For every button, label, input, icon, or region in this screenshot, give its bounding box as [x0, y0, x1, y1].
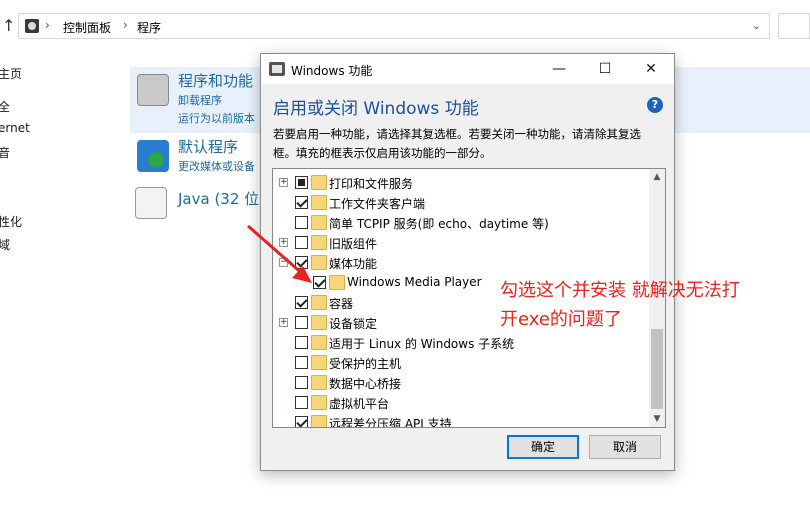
annotation-line-1: 勾选这个并安装 就解决无法打 [500, 280, 740, 301]
annotation-text: 勾选这个并安装 就解决无法打 开exe的问题了 [500, 276, 800, 334]
annotation-line-2: 开exe的问题了 [500, 309, 622, 330]
annotation-arrow-icon [247, 224, 312, 283]
